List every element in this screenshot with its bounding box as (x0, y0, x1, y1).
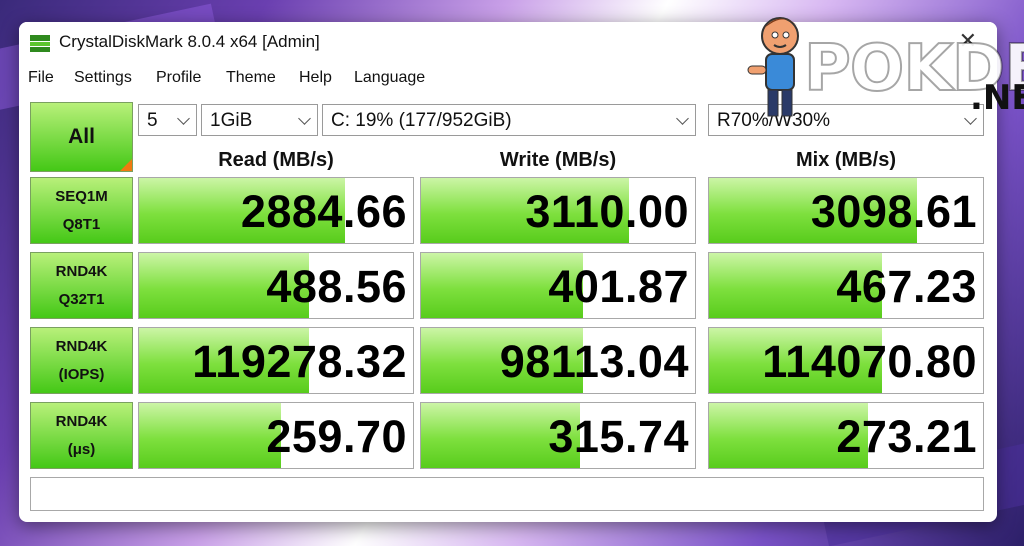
read-result-cell: 119278.32 (138, 327, 414, 394)
write-result-cell: 315.74 (420, 402, 696, 469)
mix-result-cell: 467.23 (708, 252, 984, 319)
mix-value: 114070.80 (762, 336, 977, 387)
menu-settings[interactable]: Settings (74, 69, 132, 87)
pokde-watermark: POKDE .NET (742, 8, 1024, 126)
row-label-line2: Q32T1 (58, 290, 105, 308)
mix-value: 3098.61 (810, 186, 977, 237)
mix-result-cell: 114070.80 (708, 327, 984, 394)
drive-value: C: 19% (177/952GiB) (331, 110, 512, 131)
menu-help[interactable]: Help (299, 69, 332, 87)
row-label-line1: RND4K (55, 262, 108, 280)
mix-result-cell: 3098.61 (708, 177, 984, 244)
mix-value: 467.23 (836, 261, 977, 312)
chevron-down-icon (676, 112, 689, 125)
write-result-cell: 3110.00 (420, 177, 696, 244)
test-button-rnd4k-iops[interactable]: RND4K (IOPS) (30, 327, 133, 394)
row-label-line1: RND4K (55, 412, 108, 430)
test-size-value: 1GiB (210, 110, 253, 131)
run-all-button[interactable]: All (30, 102, 133, 172)
menu-file[interactable]: File (28, 69, 54, 87)
row-label-line1: SEQ1M (55, 187, 108, 205)
chevron-down-icon (177, 112, 190, 125)
read-result-cell: 2884.66 (138, 177, 414, 244)
menu-language[interactable]: Language (354, 69, 425, 87)
mix-value: 273.21 (836, 411, 977, 462)
write-value: 98113.04 (499, 336, 689, 387)
write-result-cell: 98113.04 (420, 327, 696, 394)
run-all-label: All (68, 125, 95, 148)
test-button-rnd4k-latency[interactable]: RND4K (μs) (30, 402, 133, 469)
read-result-cell: 488.56 (138, 252, 414, 319)
read-result-cell: 259.70 (138, 402, 414, 469)
test-button-rnd4k-q32t1[interactable]: RND4K Q32T1 (30, 252, 133, 319)
read-bar (139, 403, 282, 468)
row-label-line2: (μs) (67, 440, 96, 458)
write-value: 3110.00 (525, 186, 689, 237)
comment-field[interactable] (30, 477, 984, 511)
corner-marker (120, 159, 132, 171)
mascot-logo-icon (747, 17, 799, 117)
row-label-line2: (IOPS) (58, 365, 105, 383)
read-value: 259.70 (266, 411, 407, 462)
mix-column-header: Mix (MB/s) (796, 149, 896, 171)
test-count-select[interactable]: 5 (138, 104, 197, 136)
read-value: 2884.66 (240, 186, 407, 237)
test-button-seq1m-q8t1[interactable]: SEQ1M Q8T1 (30, 177, 133, 244)
chevron-down-icon (298, 112, 311, 125)
test-count-value: 5 (147, 110, 158, 131)
write-column-header: Write (MB/s) (499, 149, 617, 171)
drive-select[interactable]: C: 19% (177/952GiB) (322, 104, 696, 136)
row-label-line1: RND4K (55, 337, 108, 355)
window-title: CrystalDiskMark 8.0.4 x64 [Admin] (59, 32, 320, 51)
menu-theme[interactable]: Theme (226, 69, 276, 87)
watermark-suffix: .NET (970, 78, 1024, 118)
write-value: 315.74 (548, 411, 689, 462)
test-size-select[interactable]: 1GiB (201, 104, 318, 136)
disk-app-icon (30, 35, 50, 52)
write-value: 401.87 (548, 261, 689, 312)
read-column-header: Read (MB/s) (218, 149, 334, 171)
menu-profile[interactable]: Profile (156, 69, 201, 87)
read-value: 488.56 (266, 261, 407, 312)
read-value: 119278.32 (192, 336, 407, 387)
mix-result-cell: 273.21 (708, 402, 984, 469)
row-label-line2: Q8T1 (62, 215, 101, 233)
write-result-cell: 401.87 (420, 252, 696, 319)
